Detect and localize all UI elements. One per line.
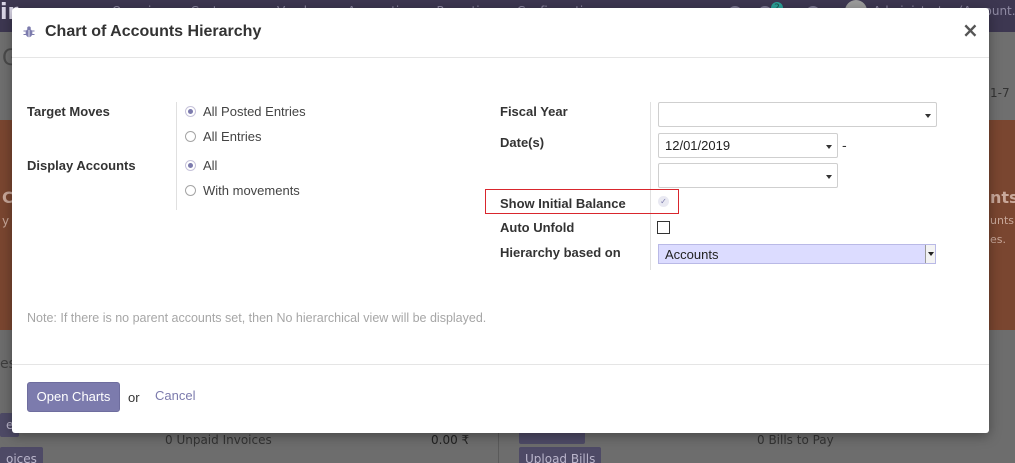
dialog-header: Chart of Accounts Hierarchy × — [12, 8, 989, 58]
option-label: All Posted Entries — [203, 104, 306, 119]
show-initial-balance-checkbox[interactable]: ✓ — [658, 196, 669, 207]
radio-all-entries[interactable] — [185, 131, 196, 142]
banner-left-text: y — [2, 214, 10, 228]
chevron-down-icon — [925, 245, 935, 263]
field-separator — [176, 102, 177, 210]
hierarchy-value: Accounts — [665, 247, 719, 262]
unpaid-amount: 0.00 ₹ — [431, 433, 470, 447]
banner-right-title: nts — [990, 188, 1015, 207]
chevron-down-icon — [826, 145, 832, 149]
date-to-select[interactable] — [658, 163, 838, 188]
chevron-down-icon — [925, 114, 931, 118]
option-label: All Entries — [203, 129, 262, 144]
banner-right-text: unts — [990, 214, 1014, 227]
option-label: All — [203, 158, 218, 173]
dialog-title: Chart of Accounts Hierarchy — [45, 23, 262, 40]
hierarchy-based-on-label: Hierarchy based on — [500, 245, 621, 260]
bills-to-pay-text: 0 Bills to Pay — [757, 433, 834, 447]
card-divider — [498, 430, 499, 463]
radio-with-movements[interactable] — [185, 185, 196, 196]
auto-unfold-label: Auto Unfold — [500, 220, 575, 235]
close-button[interactable]: × — [962, 20, 979, 40]
auto-unfold-checkbox[interactable] — [657, 221, 670, 234]
field-separator — [650, 102, 651, 270]
pager[interactable]: 1-7 — [990, 86, 1010, 100]
date-from-value: 12/01/2019 — [665, 138, 731, 153]
radio-display-all[interactable] — [185, 160, 196, 171]
banner-right-text: es. — [990, 233, 1006, 246]
upload-bills-button[interactable]: Upload Bills — [519, 447, 602, 463]
or-text: or — [128, 390, 140, 405]
dates-label: Date(s) — [500, 135, 545, 150]
hierarchy-based-on-select[interactable]: Accounts — [658, 244, 936, 264]
unpaid-invoices-text: 0 Unpaid Invoices — [165, 433, 272, 447]
dialog-footer: Open Charts or Cancel — [12, 364, 989, 433]
bug-icon — [23, 26, 35, 38]
date-separator: - — [842, 139, 847, 154]
hierarchy-note: Note: If there is no parent accounts set… — [27, 311, 487, 325]
option-label: With movements — [203, 183, 300, 198]
card-button[interactable]: oices — [0, 447, 43, 463]
target-moves-label: Target Moves — [27, 104, 110, 119]
cancel-button[interactable]: Cancel — [155, 388, 195, 403]
open-charts-button[interactable]: Open Charts — [27, 382, 120, 412]
fiscal-year-label: Fiscal Year — [500, 104, 568, 119]
radio-all-posted-entries[interactable] — [185, 106, 196, 117]
display-accounts-label: Display Accounts — [27, 158, 136, 173]
chart-of-accounts-dialog: Chart of Accounts Hierarchy × Target Mov… — [12, 8, 989, 433]
fiscal-year-select[interactable] — [658, 102, 937, 127]
chevron-down-icon — [826, 175, 832, 179]
show-initial-balance-label: Show Initial Balance — [500, 196, 626, 211]
date-from-select[interactable]: 12/01/2019 — [658, 133, 838, 158]
